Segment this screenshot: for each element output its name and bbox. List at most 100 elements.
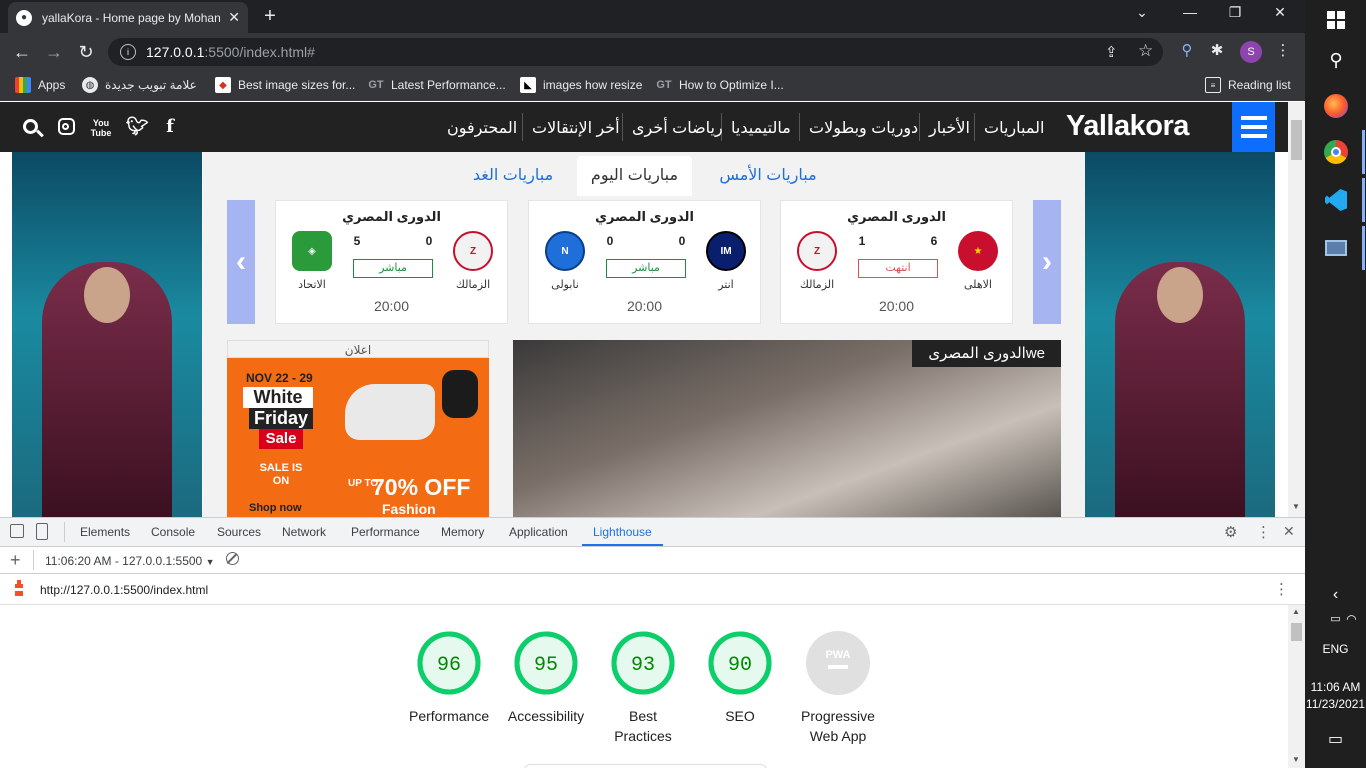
search-icon[interactable]: [19, 118, 44, 139]
match-card[interactable]: الدورى المصري Z الزمالك 0 5 ◈ الاتحاد مب…: [275, 200, 508, 324]
prev-matches-arrow[interactable]: ‹: [227, 200, 255, 324]
match-card[interactable]: الدورى المصري ★ الاهلى 6 1 Z الزمالك انت…: [780, 200, 1013, 324]
clear-reports-icon[interactable]: [226, 552, 239, 565]
twitter-icon[interactable]: 🐦︎: [126, 116, 149, 137]
gauge-best-practices[interactable]: 93 Best Practices: [603, 630, 683, 746]
page-scrollbar[interactable]: ▼: [1288, 102, 1305, 517]
gauge-performance[interactable]: 96 Performance: [409, 630, 489, 726]
page-scrollbar-thumb[interactable]: [1291, 120, 1302, 160]
new-tab-button[interactable]: +: [260, 6, 280, 26]
devtools-scrollbar-thumb[interactable]: [1291, 623, 1302, 641]
tab-today[interactable]: مباريات اليوم: [577, 156, 692, 196]
right-side-ad[interactable]: [1085, 152, 1275, 517]
site-info-icon[interactable]: i: [120, 44, 136, 60]
menu-kebab-icon[interactable]: ⋮: [1272, 41, 1294, 59]
nav-news[interactable]: الأخبار: [929, 118, 970, 138]
youtube-icon[interactable]: You Tube: [90, 118, 112, 138]
bookmark-star-icon[interactable]: ☆: [1138, 41, 1153, 61]
windows-search-icon[interactable]: ⚲: [1320, 44, 1352, 76]
close-tab-icon[interactable]: ✕: [228, 9, 240, 26]
bookmark-apps[interactable]: Apps: [15, 77, 65, 93]
scroll-down-icon[interactable]: ▼: [1292, 755, 1300, 764]
close-devtools-icon[interactable]: ✕: [1283, 523, 1295, 540]
tab-sources[interactable]: Sources: [217, 518, 261, 546]
gauge-seo[interactable]: 90 SEO: [700, 630, 780, 726]
nav-professionals[interactable]: المحترفون: [447, 118, 517, 138]
reading-list-button[interactable]: ≡ Reading list: [1205, 77, 1291, 93]
vscode-icon[interactable]: [1320, 184, 1352, 216]
tab-lighthouse[interactable]: Lighthouse: [582, 518, 663, 546]
back-button[interactable]: ←: [10, 41, 34, 63]
gauge-accessibility[interactable]: 95 Accessibility: [506, 630, 586, 726]
tab-yesterday[interactable]: مباريات الأمس: [708, 156, 828, 196]
match-status-badge: مباشر: [353, 259, 433, 278]
nav-other-sports[interactable]: رياضات أخرى: [632, 118, 723, 138]
share-icon[interactable]: ⇪: [1105, 43, 1118, 61]
devtools-scrollbar[interactable]: ▲ ▼: [1288, 605, 1305, 768]
ad-box[interactable]: اعلان NOV 22 - 29 White Friday Sale SALE…: [227, 340, 489, 517]
show-hidden-icons-chevron-icon[interactable]: ‹: [1305, 586, 1366, 604]
url-path: :5500/index.html#: [204, 44, 315, 60]
notifications-icon[interactable]: ▭: [1305, 729, 1366, 749]
nav-divider: [974, 113, 975, 141]
nav-leagues[interactable]: دوريات وبطولات: [809, 118, 918, 138]
ad-shop-now[interactable]: Shop now: [249, 502, 302, 514]
report-url[interactable]: http://127.0.0.1:5500/index.html: [40, 583, 208, 597]
restore-button[interactable]: ❐: [1215, 4, 1255, 21]
clock-time[interactable]: 11:06 AM: [1305, 680, 1366, 694]
extensions-puzzle-icon[interactable]: ✱: [1206, 41, 1228, 59]
minimize-button[interactable]: —: [1170, 4, 1210, 20]
new-report-icon[interactable]: +: [10, 550, 21, 571]
report-selector[interactable]: 11:06:20 AM - 127.0.0.1:5500 ▼: [45, 554, 215, 568]
tab-tomorrow[interactable]: مباريات الغد: [458, 156, 568, 196]
site-logo[interactable]: Yallakora: [1066, 110, 1189, 143]
reload-button[interactable]: ↻: [74, 41, 98, 63]
extension-search-icon[interactable]: ⚲: [1176, 41, 1198, 59]
scroll-up-icon[interactable]: ▲: [1292, 607, 1300, 616]
next-matches-arrow[interactable]: ›: [1033, 200, 1061, 324]
chrome-icon[interactable]: [1320, 136, 1352, 168]
bookmark-images-resize[interactable]: ◣ images how resize: [520, 77, 642, 93]
nav-transfers[interactable]: أخر الإنتقالات: [532, 118, 620, 138]
instagram-icon[interactable]: [55, 118, 77, 140]
forward-button[interactable]: →: [42, 41, 66, 63]
inspect-element-icon[interactable]: [10, 524, 24, 538]
scroll-down-icon[interactable]: ▼: [1292, 502, 1300, 511]
news-category-badge[interactable]: الدورى المصرىwe: [912, 340, 1061, 367]
settings-gear-icon[interactable]: ⚙: [1224, 523, 1237, 541]
nav-multimedia[interactable]: مالتيميديا: [731, 118, 791, 138]
match-card[interactable]: الدورى المصري IM انتر 0 0 N نابولى مباشر…: [528, 200, 761, 324]
tab-console[interactable]: Console: [151, 518, 195, 546]
device-toolbar-icon[interactable]: [36, 523, 48, 540]
tab-performance[interactable]: Performance: [351, 518, 420, 546]
browser-tab[interactable]: ● yallaKora - Home page by Mohan ✕: [8, 2, 248, 33]
featured-news-image[interactable]: الدورى المصرىwe: [513, 340, 1061, 517]
tab-elements[interactable]: Elements: [80, 518, 130, 546]
facebook-icon[interactable]: f: [159, 116, 181, 137]
report-menu-icon[interactable]: ⋮: [1274, 580, 1289, 598]
wifi-icon[interactable]: ◠: [1321, 612, 1366, 626]
tab-memory[interactable]: Memory: [441, 518, 484, 546]
bookmark-how-to-optimize[interactable]: GT How to Optimize I...: [656, 77, 783, 93]
bookmark-latest-performance[interactable]: GT Latest Performance...: [368, 77, 505, 93]
hamburger-menu-icon[interactable]: [1232, 102, 1275, 152]
tab-application[interactable]: Application: [509, 518, 568, 546]
bookmark-image-sizes[interactable]: ◆ Best image sizes for...: [215, 77, 355, 93]
tab-network[interactable]: Network: [282, 518, 326, 546]
bookmark-new-tab[interactable]: ◍ علامة تبويب جديدة: [82, 77, 197, 93]
gauge-pwa[interactable]: PWA Progressive Web App: [792, 630, 884, 746]
bookmarks-bar: Apps ◍ علامة تبويب جديدة ◆ Best image size…: [0, 71, 1305, 101]
nav-matches[interactable]: المباريات: [984, 118, 1044, 138]
firefox-icon[interactable]: [1320, 90, 1352, 122]
profile-avatar[interactable]: S: [1240, 41, 1262, 63]
address-bar[interactable]: i 127.0.0.1:5500/index.html#: [108, 38, 1163, 66]
tab-search-icon[interactable]: ⌄: [1122, 4, 1162, 21]
white-friday-ad[interactable]: NOV 22 - 29 White Friday Sale SALE IS ON…: [227, 358, 489, 517]
input-language[interactable]: ENG: [1305, 642, 1366, 656]
windows-start-icon[interactable]: [1320, 4, 1352, 36]
clock-date[interactable]: 11/23/2021: [1305, 697, 1366, 711]
devtools-menu-icon[interactable]: ⋮: [1256, 523, 1271, 541]
monitor-app-icon[interactable]: [1320, 232, 1352, 264]
left-side-ad[interactable]: [12, 152, 202, 517]
close-window-button[interactable]: ✕: [1260, 4, 1300, 21]
